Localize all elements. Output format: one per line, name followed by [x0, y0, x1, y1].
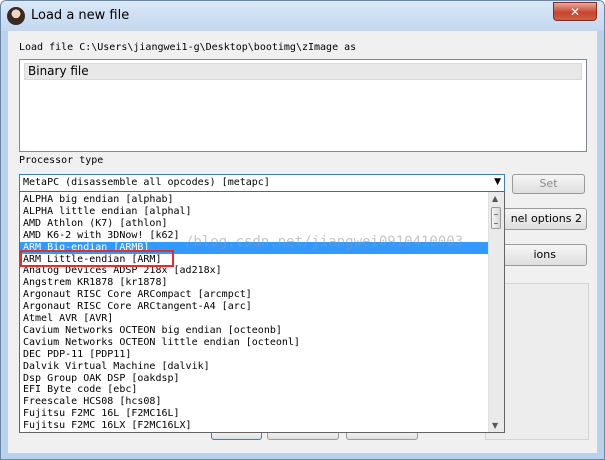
dropdown-item[interactable]: EFI Byte code [ebc]	[20, 384, 490, 396]
dropdown-item[interactable]: Dalvik Virtual Machine [dalvik]	[20, 361, 490, 373]
dropdown-item[interactable]: Argonaut RISC Core ARCompact [arcmpct]	[20, 289, 490, 301]
chevron-down-icon[interactable]: ▼	[494, 177, 501, 187]
dropdown-item[interactable]: Analog Devices ADSP 218x [ad218x]	[20, 265, 490, 277]
dropdown-item[interactable]: ALPHA big endian [alphab]	[20, 194, 490, 206]
scroll-up-arrow-icon[interactable]: ▲	[492, 194, 498, 203]
thumb-grip-icon	[494, 214, 498, 224]
title-bar[interactable]: Load a new file ✕	[1, 1, 604, 31]
file-type-item[interactable]: Binary file	[24, 63, 582, 80]
processor-type-label: Processor type	[19, 155, 104, 166]
load-file-dialog-window: Load a new file ✕ Load file C:\Users\jia…	[0, 0, 605, 460]
dropdown-item[interactable]: Cavium Networks OCTEON big endian [octeo…	[20, 325, 490, 337]
file-type-list[interactable]: Binary file	[19, 59, 587, 152]
dropdown-item[interactable]: Fujitsu F2MC 16LX [F2MC16LX]	[20, 420, 490, 432]
dropdown-scrollbar[interactable]: ▲ ▼	[488, 192, 504, 432]
app-avatar-icon	[7, 7, 25, 25]
scroll-thumb[interactable]	[491, 207, 501, 229]
dropdown-item[interactable]: Atmel AVR [AVR]	[20, 313, 490, 325]
selection-highlight-box	[20, 250, 174, 267]
close-button[interactable]: ✕	[553, 2, 597, 21]
dropdown-item[interactable]: Freescale HCS08 [hcs08]	[20, 396, 490, 408]
dropdown-item[interactable]: Fujitsu F2MC 16L [F2MC16L]	[20, 408, 490, 420]
processor-options-button[interactable]: ions	[494, 244, 587, 266]
dialog-client-area: Load file C:\Users\jiangwei1-g\Desktop\b…	[8, 31, 597, 453]
dropdown-item[interactable]: Dsp Group OAK DSP [oakdsp]	[20, 373, 490, 385]
dropdown-item[interactable]: AMD Athlon (K7) [athlon]	[20, 218, 490, 230]
scroll-down-arrow-icon[interactable]: ▼	[492, 421, 498, 430]
processor-selected-value: MetaPC (disassemble all opcodes) [metapc…	[23, 177, 270, 188]
dropdown-item[interactable]: DEC PDP-11 [PDP11]	[20, 349, 490, 361]
dropdown-item[interactable]: Cavium Networks OCTEON little endian [oc…	[20, 337, 490, 349]
dropdown-item[interactable]: ALPHA little endian [alphal]	[20, 206, 490, 218]
dropdown-item[interactable]: AMD K6-2 with 3DNow! [k62]	[20, 230, 490, 242]
processor-dropdown-list[interactable]: ALPHA big endian [alphab] ALPHA little en…	[19, 191, 505, 433]
processor-type-combobox[interactable]: MetaPC (disassemble all opcodes) [metapc…	[19, 174, 505, 192]
load-file-label: Load file C:\Users\jiangwei1-g\Desktop\b…	[19, 42, 357, 53]
dropdown-item[interactable]: Angstrem KR1878 [kr1878]	[20, 277, 490, 289]
set-button[interactable]: Set	[512, 174, 585, 194]
kernel-options-2-button[interactable]: nel options 2	[494, 208, 587, 230]
window-title: Load a new file	[31, 8, 130, 23]
dropdown-item[interactable]: Argonaut RISC Core ARCtangent-A4 [arc]	[20, 301, 490, 313]
